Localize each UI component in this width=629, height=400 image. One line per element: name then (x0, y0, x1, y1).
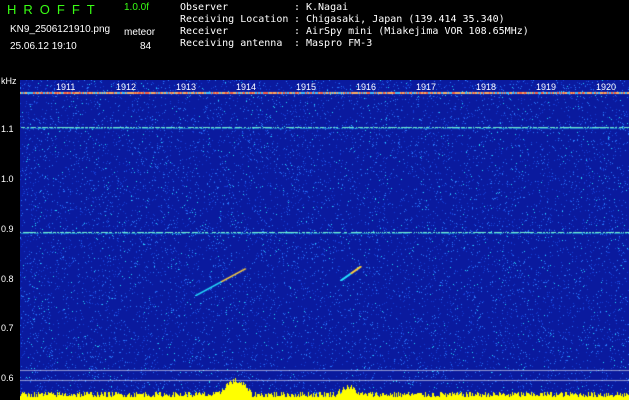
app-title: HROFFT (7, 2, 102, 17)
info-value: Chigasaki, Japan (139.414 35.340) (306, 14, 505, 25)
info-row-location: Receiving Location: Chigasaki, Japan (139… (180, 14, 529, 26)
x-tick-label: 1914 (236, 82, 257, 92)
y-tick-label: 0.7 (1, 323, 14, 333)
y-tick-label: 0.6 (1, 373, 14, 383)
info-value: AirSpy mini (Miakejima VOR 108.65MHz) (306, 26, 529, 37)
header-panel: HROFFT 1.0.0f KN9_2506121910.png meteor … (0, 0, 629, 78)
info-separator: : (294, 2, 301, 13)
spectrogram-canvas (20, 80, 629, 400)
x-tick-label: 1911 (56, 82, 76, 92)
filename-label: KN9_2506121910.png (10, 24, 111, 35)
info-row-antenna: Receiving antenna: Maspro FM-3 (180, 38, 529, 50)
info-row-observer: Observer: K.Nagai (180, 2, 529, 14)
info-value: Maspro FM-3 (306, 38, 373, 49)
x-tick-label: 1912 (116, 82, 137, 92)
x-tick-label: 1919 (536, 82, 557, 92)
y-tick-label: 1.1 (1, 124, 14, 134)
station-info: Observer: K.Nagai Receiving Location: Chig… (180, 2, 529, 50)
x-tick-label: 1915 (296, 82, 317, 92)
x-tick-label: 1920 (596, 82, 617, 92)
info-label: Receiver (180, 26, 229, 37)
info-label: Observer (180, 2, 229, 13)
x-tick-label: 1913 (176, 82, 197, 92)
x-tick-label: 1918 (476, 82, 497, 92)
info-value: K.Nagai (306, 2, 349, 13)
x-tick-label: 1916 (356, 82, 377, 92)
info-separator: : (294, 26, 301, 37)
version-label: 1.0.0f (124, 2, 150, 13)
info-row-receiver: Receiver: AirSpy mini (Miakejima VOR 108.… (180, 26, 529, 38)
y-tick-label: 0.8 (1, 274, 14, 284)
info-separator: : (294, 14, 301, 25)
info-label: Receiving antenna (180, 38, 283, 49)
y-tick-label: 0.9 (1, 224, 14, 234)
count-label: 84 (140, 41, 152, 52)
mode-label: meteor (124, 27, 156, 38)
y-axis-unit: kHz (1, 76, 17, 86)
info-separator: : (294, 38, 301, 49)
datetime-label: 25.06.12 19:10 (10, 41, 77, 52)
x-tick-label: 1917 (416, 82, 437, 92)
info-label: Receiving Location (180, 14, 289, 25)
y-tick-label: 1.0 (1, 174, 14, 184)
